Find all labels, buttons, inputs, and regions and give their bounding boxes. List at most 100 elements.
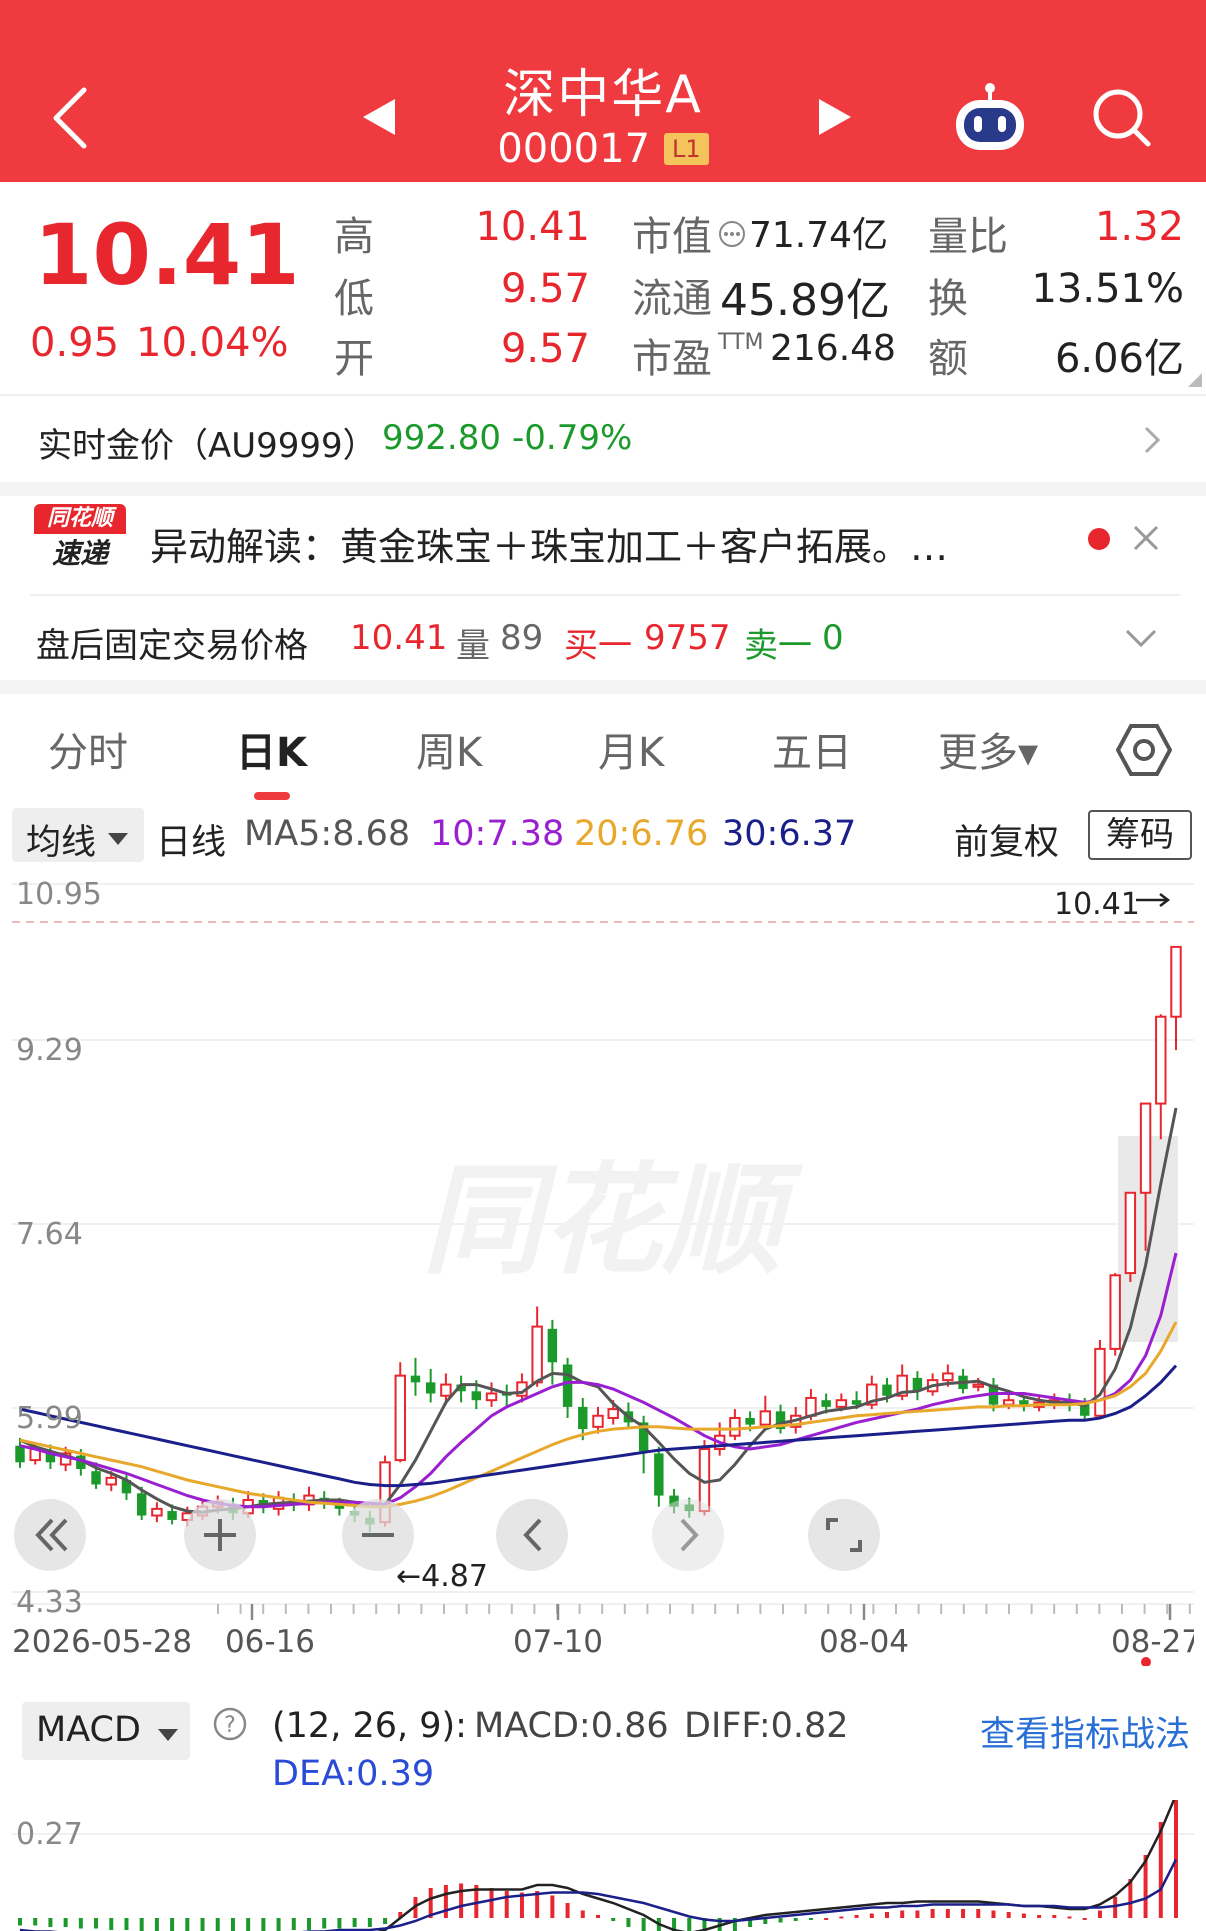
after-hours-label: 盘后固定交易价格 [36, 626, 308, 666]
tab-more[interactable]: 更多▾ [938, 720, 1038, 778]
candle-body [1139, 1102, 1152, 1194]
sell1-label: 卖一 [744, 626, 812, 666]
fullscreen-button[interactable] [808, 1499, 880, 1571]
svg-text:?: ? [224, 1713, 236, 1738]
candle-body [805, 1396, 817, 1417]
candle-body [972, 1383, 984, 1388]
next-stock-icon[interactable] [810, 92, 860, 142]
high-value: 10.41 [475, 204, 590, 250]
section-gap [0, 482, 1206, 496]
close-icon[interactable] [1132, 524, 1160, 556]
stock-code: 000017 [497, 126, 651, 172]
kline-chart[interactable]: 同花顺 10.95 9.29 7.64 5.99 4.33 10.41 ←4.87 2026-… [12, 866, 1194, 1666]
high-label: 高 [334, 214, 374, 260]
candle-body [942, 1372, 954, 1382]
candle-body [151, 1507, 163, 1517]
ma-dropdown[interactable]: 均线 [12, 808, 144, 863]
ma30-value: 30:6.37 [722, 814, 857, 854]
x-tick-label: 06-16 [225, 1624, 315, 1660]
tonghuashun-express-logo: 同花顺 速递 [34, 504, 126, 576]
float-label: 流通 [632, 276, 712, 322]
candle-body [167, 1511, 177, 1520]
candle-body [1155, 1015, 1167, 1105]
after-hours-vol: 89 [500, 618, 544, 658]
help-icon[interactable]: ? [212, 1706, 248, 1746]
tab-monthly-k[interactable]: 月K [598, 720, 664, 778]
max-price-label: 10.41 [1054, 887, 1140, 922]
candle-body [1109, 1274, 1121, 1350]
macd-chart[interactable]: 0.27 [12, 1800, 1194, 1931]
candle-body [410, 1375, 421, 1383]
y-tick-label: 5.99 [16, 1401, 83, 1436]
macd-line-DEA [19, 1858, 1178, 1931]
active-tab-indicator [254, 792, 290, 800]
y-tick-label: 9.29 [16, 1033, 83, 1068]
chip-button[interactable]: 筹码 [1088, 810, 1192, 860]
quote-panel: 10.41 0.95 10.04% 高 10.41 低 9.57 开 9.57 … [0, 182, 1206, 392]
min-price-label: ←4.87 [396, 1559, 488, 1594]
watermark-text: 同花顺 [422, 1152, 803, 1291]
zoom-out-button[interactable] [342, 1499, 414, 1571]
tab-daily-k[interactable]: 日K [236, 720, 307, 778]
candle-body [91, 1471, 101, 1485]
adjust-label[interactable]: 前复权 [954, 814, 1059, 865]
chevron-down-icon[interactable] [1124, 628, 1158, 652]
low-value: 9.57 [500, 266, 590, 312]
candle-body [835, 1399, 848, 1408]
scroll-right-button[interactable] [652, 1499, 724, 1571]
candle-body [607, 1408, 619, 1419]
macd-labels: 0.27 [16, 1817, 83, 1852]
macd-value: MACD:0.86 [474, 1706, 669, 1746]
candle-body [15, 1445, 25, 1463]
indicator-tutorial-link[interactable]: 查看指标战法 [980, 1706, 1190, 1757]
dea-value: DEA:0.39 [272, 1754, 435, 1794]
y-tick-label: 7.64 [16, 1217, 83, 1252]
macd-line-DIFF [377, 1800, 1176, 1931]
turnover-value: 13.51% [1031, 266, 1184, 312]
macd-dropdown[interactable]: MACD [22, 1702, 190, 1760]
low-label: 低 [334, 276, 374, 322]
open-value: 9.57 [500, 326, 590, 372]
macd-dropdown-label: MACD [36, 1710, 141, 1750]
candle-body [578, 1406, 588, 1430]
tab-weekly-k[interactable]: 周K [416, 720, 482, 778]
news-text: 异动解读：黄金珠宝＋珠宝加工＋客户拓展。… [150, 525, 949, 569]
candle-body [531, 1325, 543, 1384]
after-hours-price: 10.41 [350, 618, 448, 658]
robot-assistant-icon[interactable] [950, 78, 1030, 158]
search-icon[interactable] [1086, 82, 1158, 154]
float-value: 45.89亿 [720, 275, 890, 326]
candle-body [1170, 945, 1182, 1018]
macd-header: MACD ? (12, 26, 9): MACD:0.86 DIFF:0.82 … [0, 1690, 1206, 1800]
tab-five-day[interactable]: 五日 [772, 720, 852, 778]
logo-bottom-text: 速递 [51, 537, 108, 570]
candle-body [592, 1414, 604, 1428]
gold-change: -0.79% [512, 418, 633, 458]
diff-value: DIFF:0.82 [684, 1706, 849, 1746]
chevron-right-icon [1142, 424, 1162, 460]
turnover-label: 换 [928, 276, 968, 322]
ma-dropdown-label: 均线 [26, 823, 97, 863]
header-bar: 深中华A 000017 L1 [0, 0, 1206, 182]
tab-fenshi[interactable]: 分时 [48, 720, 128, 778]
app-root: 深中华A 000017 L1 10.41 0.95 10.04% 高 10.41… [0, 0, 1206, 1931]
zoom-out-fast-button[interactable] [14, 1499, 86, 1571]
price-change: 0.95 [30, 320, 120, 366]
settings-hexagon-icon[interactable] [1115, 722, 1173, 782]
caret-down-icon [108, 830, 128, 849]
logo-top-text: 同花顺 [34, 504, 126, 534]
candle-body [425, 1382, 436, 1394]
ma20-value: 20:6.76 [574, 814, 709, 854]
pe-ttm-label: TTM [718, 330, 764, 355]
candle-body [654, 1453, 664, 1496]
candle-body [547, 1328, 558, 1363]
pe-label: 市盈 [632, 336, 712, 382]
zoom-in-button[interactable] [184, 1499, 256, 1571]
current-price: 10.41 [34, 206, 300, 304]
scroll-left-button[interactable] [496, 1499, 568, 1571]
candle-body [729, 1416, 741, 1437]
macd-params: (12, 26, 9): [272, 1706, 467, 1746]
volratio-value: 1.32 [1094, 204, 1184, 250]
macd-histogram [18, 1800, 1178, 1931]
candle-body [759, 1410, 772, 1426]
